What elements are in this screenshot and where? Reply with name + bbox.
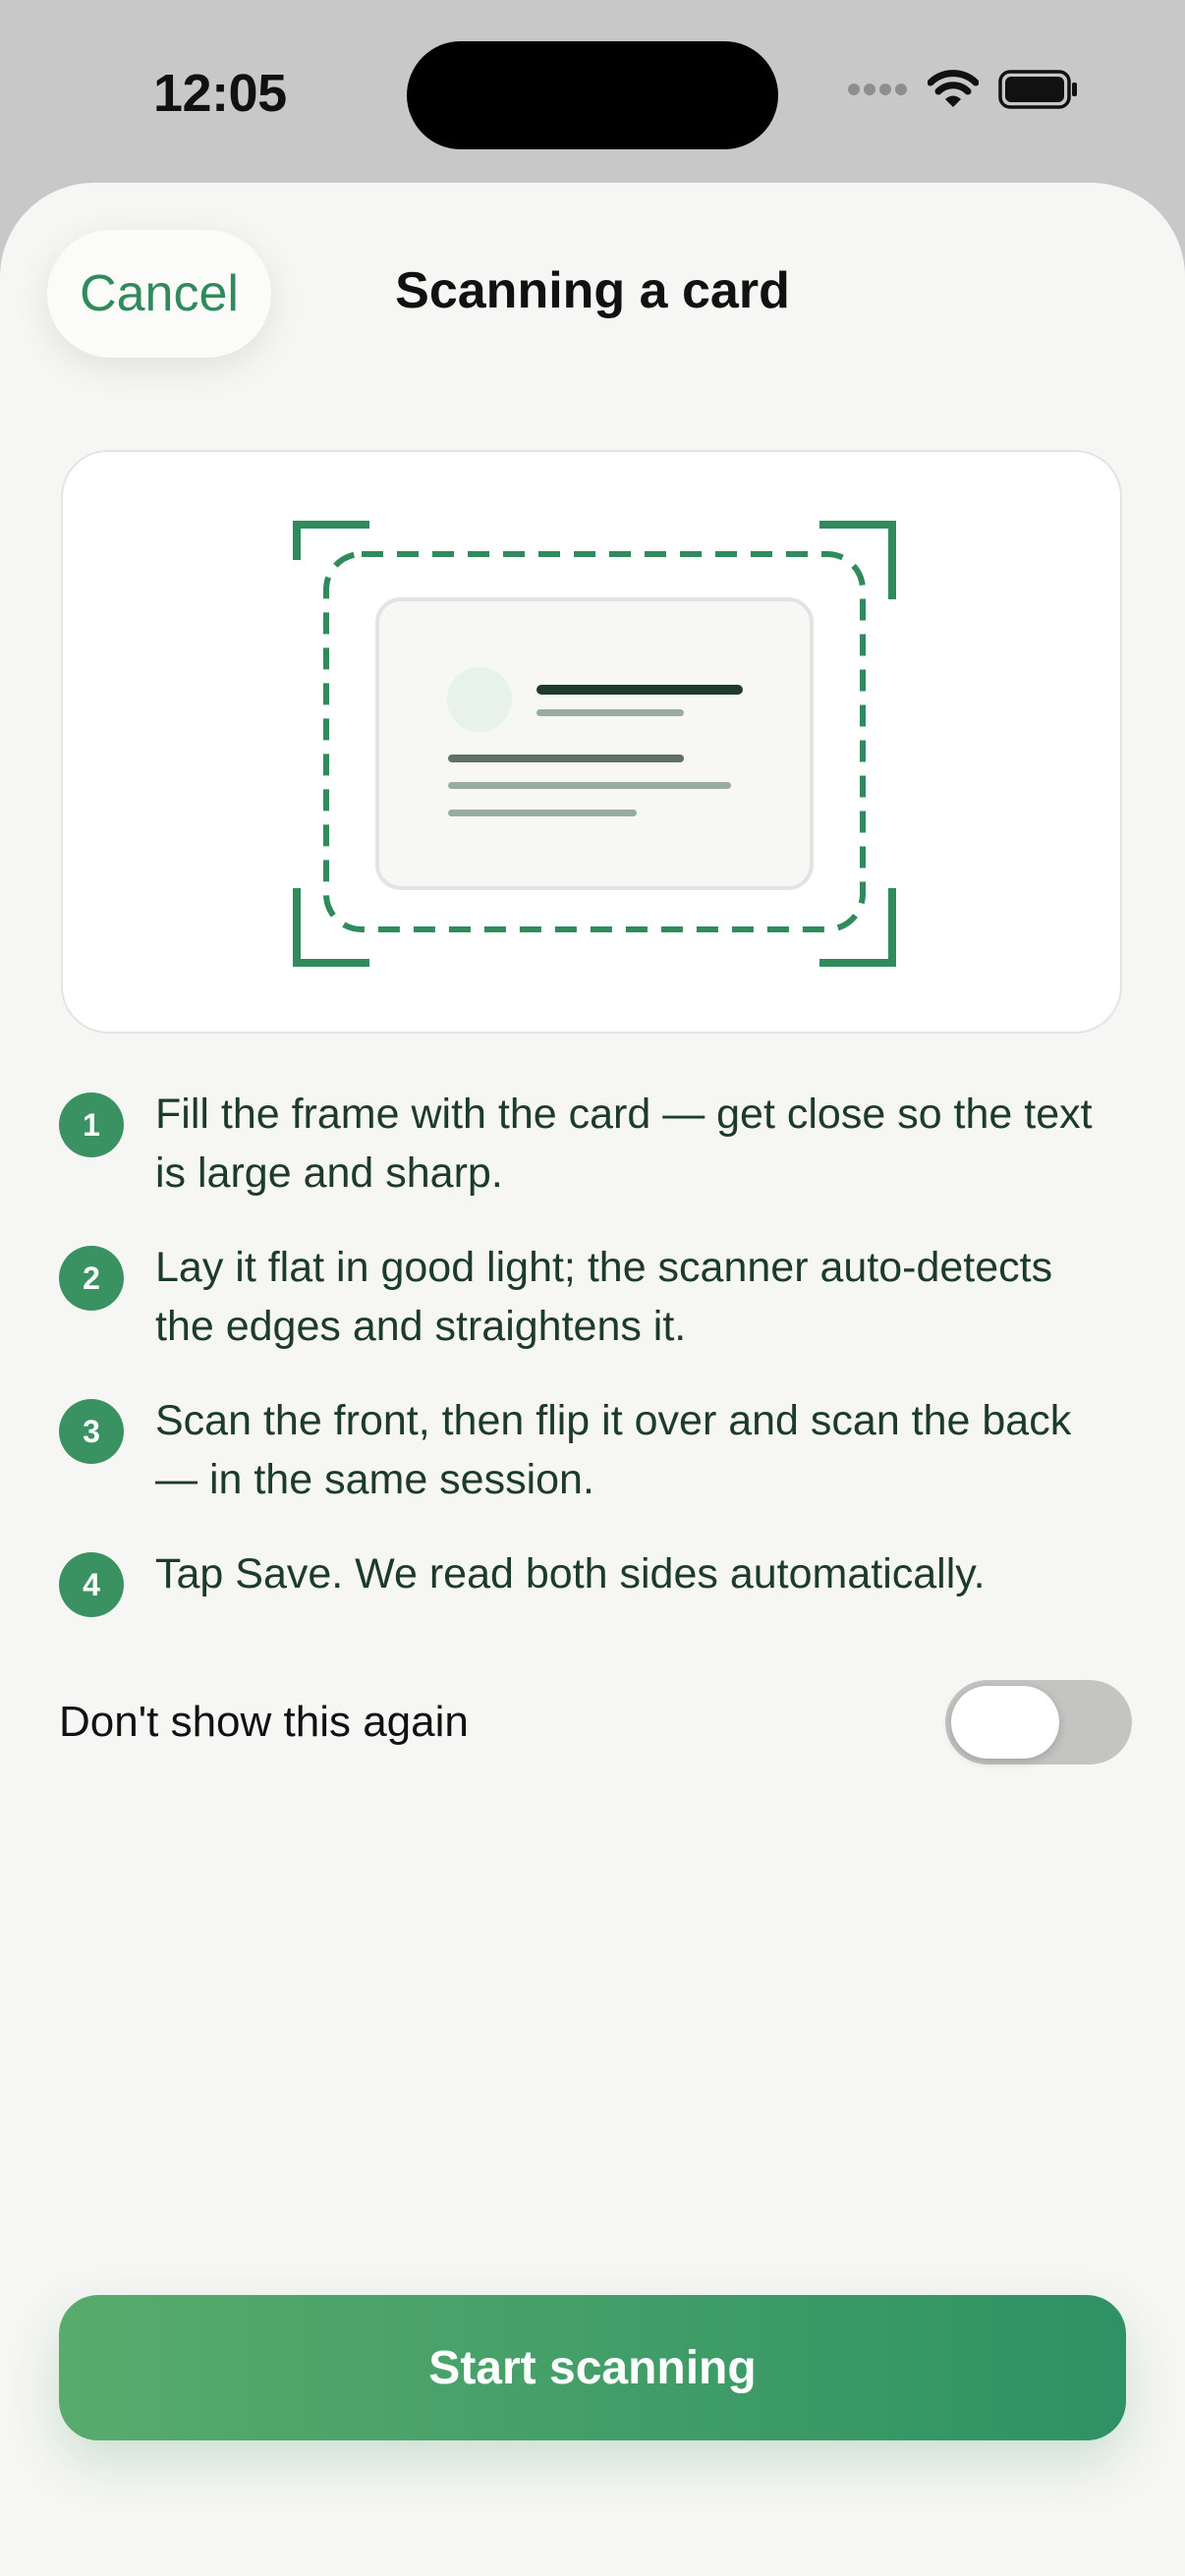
- scan-illustration-card: [61, 450, 1122, 1034]
- sheet-title: Scanning a card: [395, 262, 790, 319]
- step-text: Tap Save. We read both sides automatical…: [155, 1550, 986, 1597]
- status-icons: [847, 69, 1079, 115]
- instruction-step: 3 Scan the front, then flip it over and …: [59, 1391, 1100, 1509]
- status-bar: 12:05: [0, 0, 1185, 187]
- instruction-steps: 1 Fill the frame with the card — get clo…: [59, 1085, 1100, 1652]
- battery-icon: [998, 69, 1079, 115]
- step-number-badge: 4: [59, 1552, 124, 1617]
- instruction-step: 1 Fill the frame with the card — get clo…: [59, 1085, 1100, 1203]
- step-text: Lay it flat in good light; the scanner a…: [155, 1244, 1053, 1350]
- dont-show-again-toggle[interactable]: [945, 1680, 1132, 1764]
- signal-dots-icon: [847, 83, 908, 101]
- toggle-knob: [951, 1686, 1059, 1759]
- instruction-step: 2 Lay it flat in good light; the scanner…: [59, 1238, 1100, 1356]
- instruction-step: 4 Tap Save. We read both sides automatic…: [59, 1544, 1100, 1617]
- dynamic-island: [407, 41, 778, 149]
- step-text: Fill the frame with the card — get close…: [155, 1091, 1093, 1197]
- scan-instructions-sheet: Cancel Scanning a card 1 Fill the frame …: [0, 183, 1185, 2576]
- wifi-icon: [927, 70, 980, 114]
- dont-show-again-label: Don't show this again: [59, 1698, 469, 1746]
- status-time: 12:05: [153, 64, 287, 123]
- dont-show-again-row: Don't show this again: [59, 1680, 1132, 1766]
- start-scanning-button[interactable]: Start scanning: [59, 2295, 1126, 2440]
- step-number-badge: 3: [59, 1399, 124, 1464]
- step-text: Scan the front, then flip it over and sc…: [155, 1397, 1072, 1503]
- step-number-badge: 1: [59, 1092, 124, 1157]
- card-scan-illustration-icon: [293, 521, 896, 967]
- step-number-badge: 2: [59, 1246, 124, 1311]
